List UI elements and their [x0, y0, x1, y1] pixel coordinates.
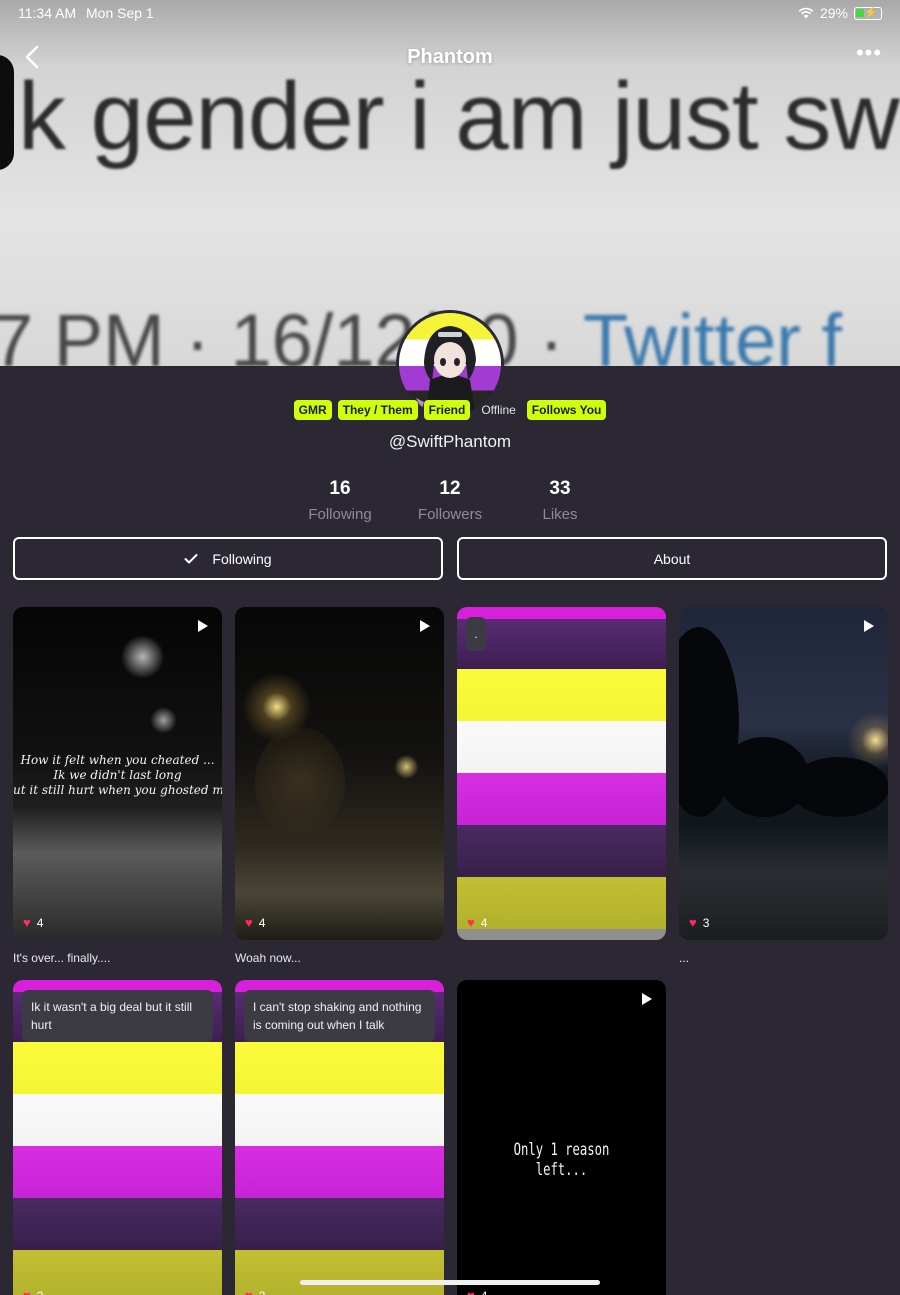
status-time: 11:34 AM [18, 5, 77, 21]
wifi-icon [798, 7, 814, 19]
following-button-label: Following [212, 550, 272, 567]
heart-icon: ♥ [467, 915, 475, 930]
home-indicator[interactable] [300, 1280, 600, 1285]
stat-value: 16 [329, 478, 351, 499]
play-icon [864, 620, 874, 632]
heart-icon: ♥ [245, 915, 253, 930]
post-text-bubble: . [466, 617, 486, 651]
profile-tags: GMR They / Them Friend Offline Follows Y… [0, 400, 900, 420]
post-card-3[interactable]: . ♥ 4 [457, 607, 666, 940]
post-text-bubble: Ik it wasn't a big deal but it still hur… [22, 990, 213, 1042]
profile-handle: @SwiftPhantom [388, 432, 512, 451]
stat-value: 33 [549, 478, 571, 499]
about-button[interactable]: About [457, 537, 887, 580]
post-likes: ♥3 [245, 1288, 265, 1295]
page-title: Phantom [407, 46, 493, 68]
banner-text-line1: k gender i am just sw [18, 63, 900, 170]
post-likes: ♥4 [467, 1288, 487, 1295]
battery-percent: 29% [819, 5, 848, 21]
post-likes: ♥4 [23, 915, 44, 930]
tag-follows-you: Follows You [526, 400, 607, 420]
heart-icon: ♥ [23, 915, 31, 930]
post-card-5[interactable]: Ik it wasn't a big deal but it still hur… [13, 980, 222, 1295]
heart-icon: ♥ [689, 915, 697, 930]
stat-likes[interactable]: 33 Likes [505, 478, 615, 523]
heart-icon: ♥ [23, 1288, 31, 1295]
tree-silhouette [789, 757, 888, 817]
profile-stats: 16 Following 12 Followers 33 Likes [285, 478, 615, 523]
heart-icon: ♥ [467, 1288, 475, 1295]
checkmark-icon [184, 553, 198, 563]
stat-value: 12 [439, 478, 461, 499]
stat-label: Followers [417, 506, 483, 523]
heart-icon: ♥ [245, 1288, 253, 1295]
banner-dark-shape [0, 55, 14, 170]
more-dots-icon: ••• [855, 40, 883, 65]
post-likes: ♥4 [467, 915, 488, 930]
stat-label: Likes [542, 506, 578, 523]
stat-following[interactable]: 16 Following [285, 478, 395, 523]
tree-silhouette [255, 727, 345, 837]
post-caption: Woah now... [235, 951, 301, 965]
stat-label: Following [308, 506, 372, 523]
post-overlay-text: Only 1 reason left... [513, 1140, 610, 1180]
post-likes: ♥4 [245, 915, 266, 930]
tag-gmr: GMR [293, 400, 332, 420]
following-button[interactable]: Following [13, 537, 443, 580]
status-bar: 11:34 AM Mon Sep 1 29% ⚡ [0, 0, 900, 26]
tag-friend: Friend [423, 400, 471, 420]
stat-followers[interactable]: 12 Followers [395, 478, 505, 523]
about-button-label: About [653, 550, 691, 567]
post-likes: ♥2 [23, 1288, 43, 1295]
play-icon [198, 620, 208, 632]
post-text-bubble: I can't stop shaking and nothing is comi… [244, 990, 435, 1042]
play-icon [642, 993, 652, 1005]
status-offline: Offline [481, 403, 516, 417]
battery-icon: ⚡ [854, 6, 882, 20]
post-card-7[interactable]: Only 1 reason left... ♥4 [457, 980, 666, 1295]
post-overlay-text: How it felt when you cheated ... Ik we d… [13, 753, 222, 797]
play-icon [420, 620, 430, 632]
tag-pronouns: They / Them [337, 400, 418, 420]
post-card-4[interactable]: ♥ 3 [679, 607, 888, 940]
post-caption: It's over... finally.... [13, 951, 111, 965]
post-likes: ♥3 [689, 915, 710, 930]
post-caption: ... [679, 951, 690, 965]
post-card-2[interactable]: ♥ 4 [235, 607, 444, 940]
status-date: Mon Sep 1 [86, 5, 154, 21]
post-card-1[interactable]: How it felt when you cheated ... Ik we d… [13, 607, 222, 940]
post-card-6[interactable]: I can't stop shaking and nothing is comi… [235, 980, 444, 1295]
more-options-button[interactable]: ••• [852, 42, 886, 68]
